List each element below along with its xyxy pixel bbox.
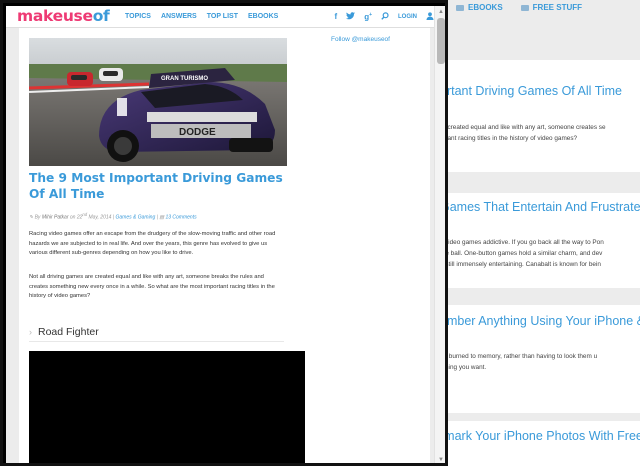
background-article-snippet: s video games addictive. If you go back … (440, 237, 640, 270)
ebooks-icon (456, 4, 464, 11)
user-icon[interactable] (426, 11, 434, 22)
meta-by: By (34, 214, 41, 221)
snippet-line: the ball. One-button games hold a simila… (440, 250, 603, 257)
article-card: Follow @makeuseof GRAN TURISMO DODGE The… (19, 28, 430, 463)
embedded-video[interactable] (29, 351, 305, 463)
snippet-line: off burned to memory, rather than having… (440, 353, 598, 360)
meta-date-rest: May, 2014 | (88, 214, 115, 221)
snippet-line: ortant racing titles in the history of v… (440, 135, 578, 142)
background-article-card[interactable]: Games That Entertain And Frustrate s vid… (440, 193, 640, 288)
background-article-title[interactable]: ember Anything Using Your iPhone & i (440, 314, 640, 328)
login-link[interactable]: LOGIN (398, 14, 417, 20)
nav-answers[interactable]: ANSWERS (161, 13, 197, 20)
meta-date: on 22 (69, 214, 83, 221)
meta-date-suffix: nd (82, 212, 88, 217)
background-article-card[interactable]: ortant Driving Games Of All Time re crea… (440, 60, 640, 172)
background-nav-ebooks[interactable]: EBOOKS (456, 3, 503, 12)
site-logo[interactable]: makeuseof (17, 7, 110, 25)
snippet-line: re created equal and like with any art, … (440, 124, 606, 131)
facebook-icon[interactable]: f (335, 12, 338, 21)
pencil-icon: ✎ (29, 214, 34, 221)
logo-text: makeuse (17, 7, 93, 25)
category-link[interactable]: Games & Gaming (116, 215, 156, 221)
background-nav-free-stuff-label: FREE STUFF (532, 3, 583, 12)
snippet-line: s video games addictive. If you go back … (440, 239, 604, 246)
article-meta: ✎ By Mihir Patkar on 22nd May, 2014 | Ga… (29, 212, 197, 221)
comments-link[interactable]: 13 Comments (165, 215, 196, 221)
site-header: makeuseof TOPICS ANSWERS TOP LIST EBOOKS… (6, 6, 445, 28)
background-nav-ebooks-label: EBOOKS (468, 3, 503, 12)
header-nav: TOPICS ANSWERS TOP LIST EBOOKS (125, 6, 278, 27)
background-article-snippet: re created equal and like with any art, … (440, 122, 640, 144)
section-heading-text: Road Fighter (38, 325, 99, 338)
google-plus-icon[interactable]: g+ (364, 12, 372, 22)
article-title[interactable]: The 9 Most Important Driving Games Of Al… (29, 170, 294, 202)
background-article-card[interactable]: rmark Your iPhone Photos With Free (440, 421, 640, 466)
nav-top-list[interactable]: TOP LIST (207, 13, 238, 20)
logo-text-accent: of (92, 7, 110, 25)
background-article-card[interactable]: ember Anything Using Your iPhone & i off… (440, 305, 640, 413)
article-paragraph: Racing video games offer an escape from … (29, 231, 276, 257)
follow-link[interactable]: Follow @makeuseof (331, 36, 390, 43)
section-heading: › Road Fighter (29, 322, 284, 342)
hero-image: GRAN TURISMO DODGE (29, 38, 287, 166)
background-nav-free-stuff[interactable]: FREE STUFF (520, 3, 583, 12)
hero-hood-text: GRAN TURISMO (161, 76, 208, 82)
nav-topics[interactable]: TOPICS (125, 13, 151, 20)
scrollbar-thumb[interactable] (437, 18, 445, 64)
racing-car-illustration: GRAN TURISMO DODGE (29, 38, 287, 166)
chevron-right-icon: › (29, 326, 32, 337)
background-article-snippet: off burned to memory, rather than having… (440, 351, 640, 373)
background-top-nav: EBOOKS FREE STUFF (440, 0, 640, 15)
header-tools: f g+ LOGIN (335, 6, 434, 27)
hero-car-text: DODGE (179, 127, 216, 138)
background-article-title[interactable]: rmark Your iPhone Photos With Free (440, 429, 640, 443)
meta-separator: | (156, 214, 158, 221)
nav-ebooks[interactable]: EBOOKS (248, 13, 278, 20)
screen: EBOOKS FREE STUFF ortant Driving Games O… (0, 0, 640, 466)
twitter-icon[interactable] (346, 11, 356, 22)
background-article-title[interactable]: Games That Entertain And Frustrate (440, 200, 640, 214)
snippet-line: e still immensely entertaining. Canabalt… (440, 261, 601, 268)
free-stuff-icon (520, 4, 529, 11)
popup-window: makeuseof TOPICS ANSWERS TOP LIST EBOOKS… (0, 0, 448, 466)
vertical-scrollbar[interactable]: ▲ ▼ (434, 6, 445, 463)
search-icon[interactable] (381, 11, 389, 22)
scroll-up-arrow-icon[interactable]: ▲ (437, 8, 445, 16)
background-article-title[interactable]: ortant Driving Games Of All Time (440, 84, 622, 98)
popup-viewport: makeuseof TOPICS ANSWERS TOP LIST EBOOKS… (6, 6, 445, 463)
comment-icon: ▤ (159, 214, 165, 221)
author-link[interactable]: Mihir Patkar (42, 215, 69, 221)
article-paragraph: Not all driving games are created equal … (29, 274, 275, 300)
scroll-down-arrow-icon[interactable]: ▼ (437, 456, 445, 463)
